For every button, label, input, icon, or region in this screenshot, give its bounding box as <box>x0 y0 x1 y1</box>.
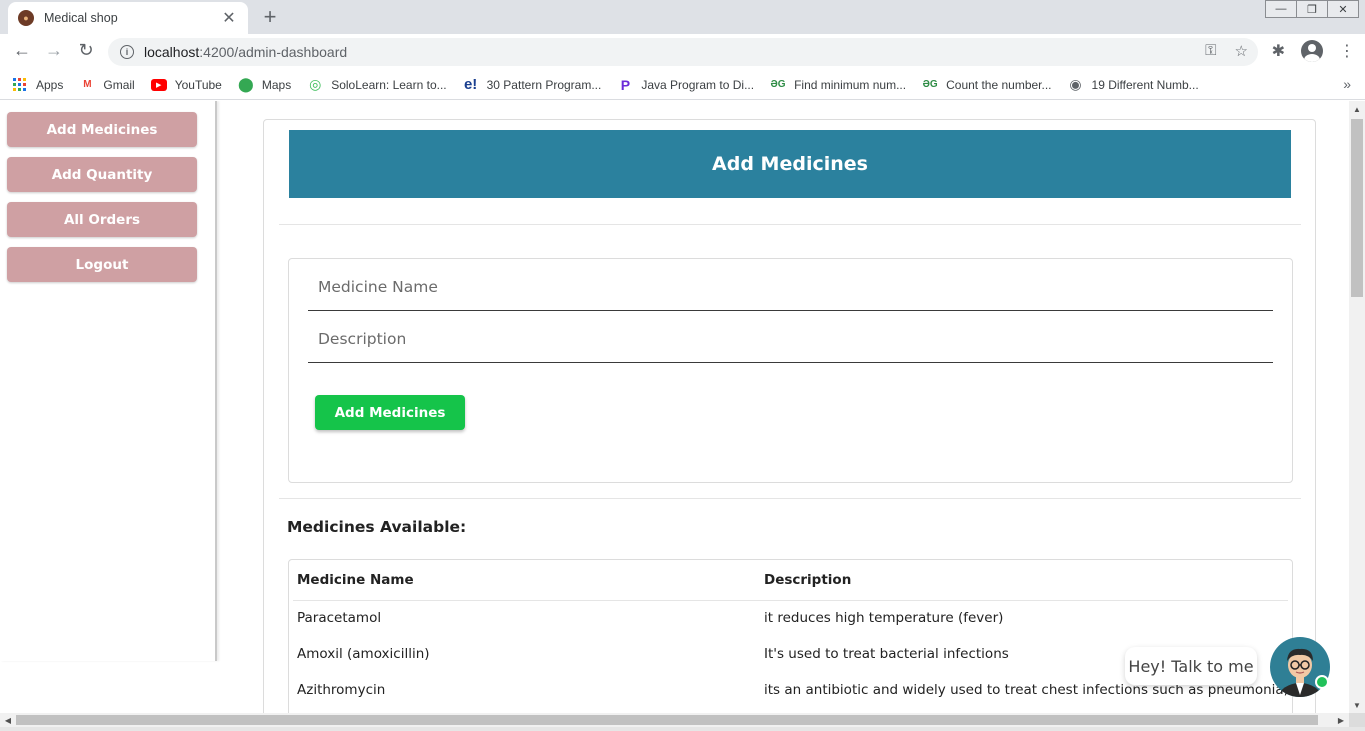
online-status-indicator <box>1315 675 1329 689</box>
back-arrow-icon[interactable]: ← <box>10 40 34 61</box>
sidebar-item-add-quantity[interactable]: Add Quantity <box>7 157 197 192</box>
sidebar-item-add-medicines[interactable]: Add Medicines <box>7 112 197 147</box>
minimize-icon[interactable]: — <box>1265 0 1297 18</box>
scroll-right-icon[interactable]: ▶ <box>1333 713 1349 727</box>
medicine-name-field <box>308 263 1273 311</box>
page-title: Add Medicines <box>289 130 1291 198</box>
bookmark-maps[interactable]: ⬤ Maps <box>238 76 292 93</box>
bookmarks-bar: Apps M Gmail ▶ YouTube ⬤ Maps ◎ SoloLear… <box>0 70 1365 100</box>
scrollbar-corner <box>1349 713 1365 727</box>
sidebar-item-all-orders[interactable]: All Orders <box>7 202 197 237</box>
page-viewport: Add Medicines Add Quantity All Orders Lo… <box>0 101 1349 713</box>
scroll-up-icon[interactable]: ▲ <box>1349 101 1365 117</box>
profile-avatar-icon[interactable] <box>1301 40 1323 62</box>
window-bottom-edge <box>0 727 1365 731</box>
bookmark-label: SoloLearn: Learn to... <box>331 77 447 92</box>
medicines-table-container: Medicine Name Description Paracetamol it… <box>288 559 1293 713</box>
table-header-row: Medicine Name Description <box>293 560 1288 601</box>
medicine-name-input[interactable] <box>308 263 1273 310</box>
bookmark-gmail[interactable]: M Gmail <box>79 77 135 93</box>
extensions-puzzle-icon[interactable]: ✱ <box>1272 41 1285 61</box>
description-input[interactable] <box>308 315 1273 362</box>
site-info-icon[interactable]: i <box>120 45 134 59</box>
bookmark-label: 30 Pattern Program... <box>486 77 602 92</box>
new-tab-button[interactable]: + <box>258 4 282 30</box>
programiz-icon: P <box>620 76 631 93</box>
divider <box>279 224 1301 225</box>
bookmark-apps[interactable]: Apps <box>12 77 63 93</box>
description-field <box>308 315 1273 363</box>
bookmark-sololearn[interactable]: ◎ SoloLearn: Learn to... <box>307 76 447 93</box>
bookmark-programiz[interactable]: P Java Program to Di... <box>617 77 754 93</box>
window-controls: — ❐ ✕ <box>1265 0 1359 18</box>
horizontal-scrollbar[interactable]: ◀ ▶ <box>0 713 1349 727</box>
tab-title: Medical shop <box>44 11 118 25</box>
geeksforgeeks-icon: ƏG <box>922 79 938 90</box>
medicine-name-cell: Azithromycin <box>297 682 386 698</box>
bookmark-label: Gmail <box>103 77 135 92</box>
browser-menu-icon[interactable]: ⋮ <box>1339 41 1355 61</box>
table-row: Paracetamol it reduces high temperature … <box>293 600 1288 636</box>
bookmark-label: 19 Different Numb... <box>1091 77 1199 92</box>
bookmarks-overflow-icon[interactable]: » <box>1343 76 1351 92</box>
sidebar-item-logout[interactable]: Logout <box>7 247 197 282</box>
chat-prompt-bubble[interactable]: Hey! Talk to me <box>1125 647 1257 685</box>
vertical-scroll-thumb[interactable] <box>1351 119 1363 297</box>
browser-tab-bar: ● Medical shop ✕ + — ❐ ✕ <box>0 0 1365 34</box>
bookmark-gfg-1[interactable]: ƏG Find minimum num... <box>770 77 907 93</box>
bookmark-label: Count the number... <box>946 77 1052 92</box>
add-medicines-button[interactable]: Add Medicines <box>315 395 465 430</box>
bookmark-label: Find minimum num... <box>794 77 907 92</box>
bookmark-numbers[interactable]: ◉ 19 Different Numb... <box>1068 76 1199 93</box>
column-header: Medicine Name <box>293 560 756 601</box>
window-close-icon[interactable]: ✕ <box>1327 0 1359 18</box>
site-favicon-icon: ● <box>18 10 34 26</box>
column-header: Description <box>756 560 1288 601</box>
horizontal-scroll-thumb[interactable] <box>16 715 1318 725</box>
browser-toolbar: ← → ↻ i localhost :4200/admin-dashboard … <box>0 34 1365 70</box>
bookmark-label: Maps <box>261 77 292 92</box>
divider <box>279 498 1301 499</box>
globe-icon: ◉ <box>1069 76 1082 92</box>
youtube-icon: ▶ <box>150 78 167 91</box>
description-cell: it reduces high temperature (fever) <box>764 610 1004 627</box>
scroll-left-icon[interactable]: ◀ <box>0 713 16 727</box>
sidebar: Add Medicines Add Quantity All Orders Lo… <box>0 101 217 661</box>
maps-icon: ⬤ <box>238 76 254 92</box>
browser-tab[interactable]: ● Medical shop ✕ <box>8 2 248 34</box>
bookmark-youtube[interactable]: ▶ YouTube <box>150 77 222 92</box>
medicines-table: Medicine Name Description Paracetamol it… <box>293 560 1288 708</box>
apps-grid-icon <box>12 77 28 93</box>
section-title: Medicines Available: <box>287 518 467 536</box>
url-path: :4200/admin-dashboard <box>199 44 348 60</box>
geeksforgeeks-icon: ƏG <box>770 79 786 90</box>
bookmark-label: Apps <box>36 77 64 92</box>
medicine-name-cell: Paracetamol <box>297 610 382 627</box>
tab-close-icon[interactable]: ✕ <box>220 8 238 28</box>
vertical-scrollbar[interactable]: ▲ ▼ <box>1349 101 1365 713</box>
medicine-name-cell: Amoxil (amoxicillin) <box>297 646 430 662</box>
main-card: Add Medicines Add Medicines Medicines Av… <box>263 119 1316 713</box>
forward-arrow-icon[interactable]: → <box>42 40 66 61</box>
edureka-icon: e! <box>463 76 478 93</box>
gmail-icon: M <box>83 79 92 90</box>
url-host: localhost <box>144 44 200 60</box>
bookmark-label: Java Program to Di... <box>641 77 755 92</box>
bookmark-edureka[interactable]: e! 30 Pattern Program... <box>463 76 602 93</box>
restore-icon[interactable]: ❐ <box>1296 0 1328 18</box>
key-icon[interactable]: ⚿ <box>1205 42 1216 60</box>
scroll-down-icon[interactable]: ▼ <box>1349 697 1365 713</box>
bookmark-gfg-2[interactable]: ƏG Count the number... <box>922 77 1052 93</box>
sololearn-icon: ◎ <box>309 76 322 92</box>
bookmark-star-icon[interactable]: ☆ <box>1235 42 1248 60</box>
bookmark-label: YouTube <box>174 77 222 92</box>
add-medicine-form: Add Medicines <box>288 258 1293 483</box>
reload-icon[interactable]: ↻ <box>74 40 98 61</box>
address-bar[interactable]: i localhost :4200/admin-dashboard ⚿ ☆ <box>108 38 1258 66</box>
